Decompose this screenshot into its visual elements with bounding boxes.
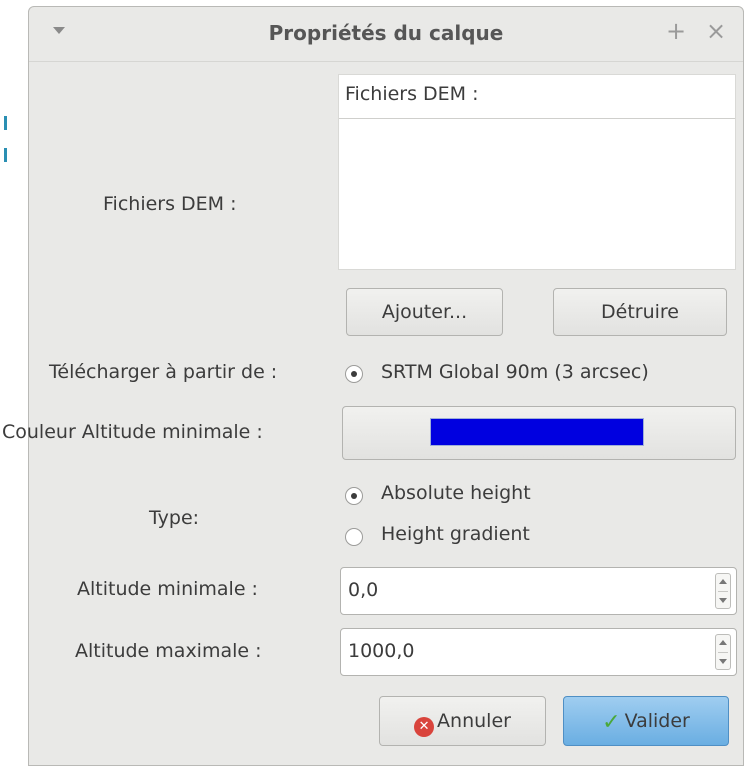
min-altitude-up-icon[interactable] <box>719 579 727 584</box>
background-accent-top <box>4 116 7 130</box>
max-altitude-up-icon[interactable] <box>719 640 727 645</box>
cancel-icon: ✕ <box>414 717 435 737</box>
close-icon[interactable]: × <box>706 17 726 45</box>
background-accent-bottom <box>4 148 7 162</box>
min-altitude-color-button[interactable] <box>342 406 736 460</box>
srtm-option-label[interactable]: SRTM Global 90m (3 arcsec) <box>381 361 649 383</box>
check-icon: ✓ <box>602 710 621 735</box>
height-gradient-label[interactable]: Height gradient <box>381 523 530 545</box>
add-dem-button[interactable]: Ajouter... <box>346 288 503 336</box>
add-dem-button-label: Ajouter... <box>381 301 468 323</box>
max-altitude-stepper[interactable] <box>715 634 731 670</box>
absolute-height-radio[interactable] <box>345 487 363 505</box>
cancel-button-label: Annuler <box>437 710 511 732</box>
type-label: Type: <box>149 507 200 529</box>
min-altitude-spinbox[interactable]: 0,0 <box>340 567 737 615</box>
stepper-divider <box>718 652 728 653</box>
max-altitude-value[interactable]: 1000,0 <box>348 640 414 662</box>
cancel-button[interactable]: ✕ Annuler <box>379 696 546 746</box>
max-altitude-down-icon[interactable] <box>719 659 727 664</box>
pin-icon[interactable]: + <box>666 17 686 45</box>
titlebar: Propriétés du calque + × <box>29 7 743 62</box>
min-altitude-label: Altitude minimale : <box>77 578 258 600</box>
absolute-height-label[interactable]: Absolute height <box>381 482 531 504</box>
color-swatch <box>430 418 644 446</box>
min-altitude-value[interactable]: 0,0 <box>348 579 378 601</box>
window-title: Propriétés du calque <box>268 21 504 45</box>
ok-button[interactable]: ✓ Valider <box>563 696 729 746</box>
stepper-divider <box>718 591 728 592</box>
srtm-radio[interactable] <box>345 365 363 383</box>
dem-files-list-header: Fichiers DEM : <box>339 75 735 119</box>
min-altitude-color-label: Couleur Altitude minimale : <box>2 421 263 443</box>
min-altitude-down-icon[interactable] <box>719 598 727 603</box>
max-altitude-spinbox[interactable]: 1000,0 <box>340 628 737 676</box>
remove-dem-button-label: Détruire <box>601 301 679 323</box>
ok-button-label: Valider <box>624 710 690 732</box>
dem-files-list[interactable]: Fichiers DEM : <box>338 74 736 270</box>
layer-properties-dialog: Propriétés du calque + × Fichiers DEM : … <box>2 6 744 766</box>
dem-files-label: Fichiers DEM : <box>103 193 237 215</box>
min-altitude-stepper[interactable] <box>715 573 731 609</box>
height-gradient-radio[interactable] <box>345 528 363 546</box>
download-from-label: Télécharger à partir de : <box>49 361 278 383</box>
remove-dem-button[interactable]: Détruire <box>553 288 727 336</box>
max-altitude-label: Altitude maximale : <box>75 640 262 662</box>
